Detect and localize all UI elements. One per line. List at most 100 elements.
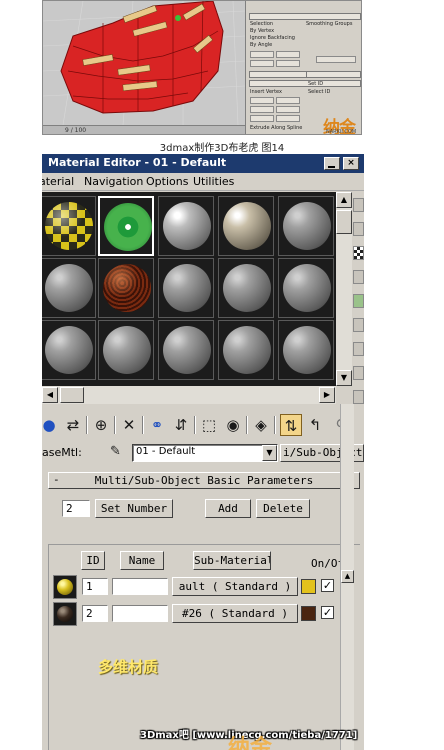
rollout-header[interactable]: - Multi/Sub-Object Basic Parameters — [48, 472, 360, 489]
sample-slot-gray[interactable] — [278, 196, 334, 256]
submaterial-1-button[interactable]: ault ( Standard ) — [172, 577, 298, 596]
sample-slot-fur[interactable] — [98, 258, 154, 318]
material-navigator-icon[interactable] — [353, 390, 364, 404]
edit-polygons-bar[interactable] — [249, 80, 361, 87]
multi-material-overlay-text: 多维材质 — [98, 658, 159, 676]
ring-button[interactable] — [250, 60, 274, 67]
shrink-button[interactable] — [250, 51, 274, 58]
get-material-icon[interactable]: ● — [42, 414, 60, 436]
gray-sphere — [223, 326, 271, 374]
sample-slot-gray[interactable] — [218, 258, 274, 318]
editor-toolbar: ● ⇄ ⊕ ✕ ⚭ ⇵ ⬚ ◉ ◈ ⇅ ↰ ⚲ — [42, 412, 364, 440]
polygon-properties-bar[interactable] — [306, 71, 361, 78]
material-effects-channel-icon[interactable]: ⬚ — [198, 414, 220, 436]
sample-slot-gray[interactable] — [158, 258, 214, 318]
options-icon[interactable] — [353, 342, 364, 356]
sample-slot-gray[interactable] — [158, 196, 214, 256]
submaterial-1-id[interactable]: 1 — [82, 578, 108, 595]
scroll-thumb[interactable] — [336, 210, 352, 234]
show-map-in-viewport-icon[interactable]: ◉ — [222, 414, 244, 436]
sample-slot-gray[interactable] — [98, 320, 154, 380]
scroll-right-icon[interactable]: ▶ — [319, 387, 335, 403]
sample-slot-checker[interactable] — [42, 196, 96, 256]
sample-slot-beige[interactable] — [218, 196, 274, 256]
submaterial-2-enabled-checkbox[interactable]: ✓ — [321, 606, 334, 619]
chevron-down-icon[interactable]: ▼ — [262, 445, 277, 461]
menu-material[interactable]: aterial — [42, 175, 74, 188]
sample-slot-gray[interactable] — [218, 320, 274, 380]
put-to-library-icon[interactable]: ⇵ — [170, 414, 192, 436]
menu-options[interactable]: Options — [146, 175, 188, 188]
scroll-thumb[interactable] — [60, 387, 84, 403]
sort-by-submaterial-button[interactable]: Sub-Material — [193, 551, 271, 570]
show-end-result-icon[interactable]: ◈ — [250, 414, 272, 436]
menu-utilities[interactable]: Utilities — [193, 175, 234, 188]
submaterial-2-button[interactable]: #26 ( Standard ) — [172, 604, 298, 623]
sample-slot-gray[interactable] — [42, 258, 96, 318]
scroll-down-icon[interactable]: ▼ — [336, 370, 352, 386]
flip-button[interactable] — [276, 115, 300, 122]
viewport-screenshot: 9 / 100 Selection By Vertex Ignore Backf… — [42, 0, 362, 135]
reset-map-icon[interactable]: ✕ — [118, 414, 140, 436]
sample-slot-gray[interactable] — [278, 320, 334, 380]
background-icon[interactable] — [353, 246, 364, 260]
timeline-bar[interactable]: 9 / 100 — [43, 125, 245, 134]
num-materials-field[interactable]: 2 — [62, 500, 90, 517]
backlight-icon[interactable] — [353, 222, 364, 236]
title-bar[interactable]: Material Editor - 01 - Default × — [42, 154, 364, 173]
sort-by-id-button[interactable]: ID — [81, 551, 105, 570]
extrude-button[interactable] — [250, 97, 274, 104]
panel-line: By Vertex — [250, 28, 275, 34]
submaterial-2-color[interactable] — [301, 606, 316, 621]
make-unique-icon[interactable]: ⚭ — [146, 414, 168, 436]
sample-slot-gray[interactable] — [278, 258, 334, 318]
grow-button[interactable] — [276, 51, 300, 58]
slots-horizontal-scrollbar[interactable]: ◀ ▶ — [42, 386, 336, 404]
submaterial-1-color[interactable] — [301, 579, 316, 594]
submaterial-list-scrollbar[interactable]: ▲ — [340, 404, 354, 750]
go-forward-sibling-icon[interactable]: ↰ — [304, 414, 326, 436]
panel-line: Set ID — [308, 81, 324, 87]
panel-bar — [249, 13, 361, 20]
sort-by-name-button[interactable]: Name — [120, 551, 164, 570]
add-button[interactable]: Add — [205, 499, 251, 518]
viewport-scene: 9 / 100 — [43, 1, 246, 134]
scroll-up-icon[interactable]: ▲ — [341, 570, 354, 583]
submaterial-2-id[interactable]: 2 — [82, 605, 108, 622]
inset-button[interactable] — [276, 106, 300, 113]
panel-line: Select ID — [308, 89, 331, 95]
close-icon[interactable]: × — [343, 157, 359, 170]
put-to-scene-icon[interactable]: ⇄ — [62, 414, 84, 436]
delete-button[interactable]: Delete — [256, 499, 310, 518]
go-to-parent-icon[interactable]: ⇅ — [280, 414, 302, 436]
scroll-up-icon[interactable]: ▲ — [336, 192, 352, 208]
set-number-button[interactable]: Set Number — [95, 499, 173, 518]
sample-type-icon[interactable] — [353, 198, 364, 212]
toolbar-separator — [246, 416, 248, 434]
bottom-watermark-logo: 纳金 — [228, 736, 273, 750]
bevel-button[interactable] — [250, 106, 274, 113]
toolbar-separator — [194, 416, 196, 434]
update-button[interactable] — [316, 56, 356, 63]
sample-slot-gray[interactable] — [42, 320, 96, 380]
bridge-button[interactable] — [250, 115, 274, 122]
loop-button[interactable] — [276, 60, 300, 67]
uv-tiling-icon[interactable] — [353, 270, 364, 284]
assign-material-icon[interactable]: ⊕ — [90, 414, 112, 436]
sample-slot-gray[interactable] — [158, 320, 214, 380]
video-color-check-icon[interactable] — [353, 294, 364, 308]
submaterial-1-name[interactable] — [112, 578, 168, 595]
slots-vertical-scrollbar[interactable]: ▲ ▼ — [336, 192, 352, 386]
submaterial-1-enabled-checkbox[interactable]: ✓ — [321, 579, 334, 592]
eyedropper-icon[interactable]: ✎ — [110, 444, 126, 460]
scroll-left-icon[interactable]: ◀ — [42, 387, 58, 403]
green-eye-sphere — [104, 203, 152, 251]
outline-button[interactable] — [276, 97, 300, 104]
submaterial-2-name[interactable] — [112, 605, 168, 622]
material-name-dropdown[interactable]: 01 - Default ▼ — [132, 444, 278, 462]
make-preview-icon[interactable] — [353, 318, 364, 332]
menu-navigation[interactable]: Navigation — [84, 175, 143, 188]
sample-slot-green-eye[interactable] — [98, 196, 154, 256]
select-by-material-icon[interactable] — [353, 366, 364, 380]
minimize-icon[interactable] — [324, 157, 340, 170]
